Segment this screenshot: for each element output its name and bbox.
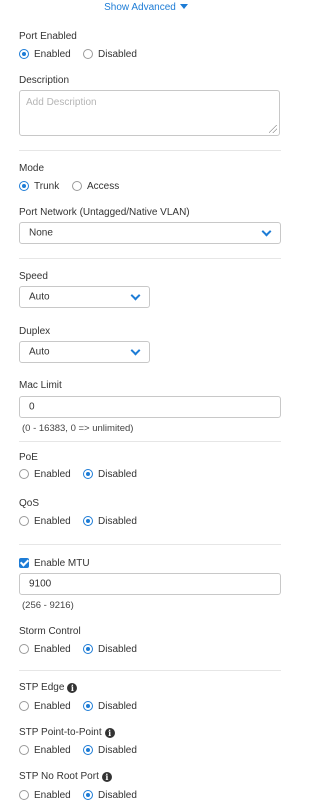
speed-select[interactable]: Auto xyxy=(19,286,150,308)
mac-limit-hint: (0 - 16383, 0 => unlimited) xyxy=(22,423,134,434)
info-icon[interactable]: i xyxy=(104,728,115,738)
duplex-select[interactable]: Auto xyxy=(19,341,150,363)
mac-limit-value: 0 xyxy=(29,401,35,413)
checkbox-check-icon xyxy=(19,558,29,568)
radio-selected-icon xyxy=(83,745,93,755)
radio-selected-icon xyxy=(83,644,93,654)
qos-label: QoS xyxy=(19,498,40,509)
mode-option-access[interactable]: Access xyxy=(72,181,119,192)
stp-edge-option-enabled[interactable]: Enabled xyxy=(19,701,71,712)
info-icon[interactable]: i xyxy=(101,772,112,782)
description-placeholder: Add Description xyxy=(26,97,97,108)
radio-unselected-icon xyxy=(72,181,82,191)
duplex-label: Duplex xyxy=(19,326,51,337)
speed-label: Speed xyxy=(19,271,48,282)
port-network-label: Port Network (Untagged/Native VLAN) xyxy=(19,207,190,218)
show-advanced-label: Show Advanced xyxy=(104,2,176,13)
stp-p2p-label: STP Point-to-Point i xyxy=(19,727,115,738)
chevron-down-icon xyxy=(261,226,272,237)
port-enabled-label: Port Enabled xyxy=(19,31,77,42)
stp-no-root-option-disabled[interactable]: Disabled xyxy=(83,790,137,801)
divider xyxy=(19,258,281,259)
poe-option-disabled[interactable]: Disabled xyxy=(83,469,137,480)
mode-label: Mode xyxy=(19,163,45,174)
mtu-value: 9100 xyxy=(29,578,52,590)
mtu-hint: (256 - 9216) xyxy=(22,600,74,611)
mac-limit-input[interactable]: 0 xyxy=(19,396,281,418)
stp-edge-label: STP Edge i xyxy=(19,682,78,693)
radio-selected-icon xyxy=(19,49,29,59)
mode-option-trunk[interactable]: Trunk xyxy=(19,181,59,192)
speed-value: Auto xyxy=(29,291,50,303)
radio-unselected-icon xyxy=(83,49,93,59)
description-textarea[interactable]: Add Description xyxy=(19,90,280,136)
mtu-input[interactable]: 9100 xyxy=(19,573,281,595)
mac-limit-label: Mac Limit xyxy=(19,380,62,391)
radio-selected-icon xyxy=(83,701,93,711)
qos-option-disabled[interactable]: Disabled xyxy=(83,516,137,527)
chevron-down-icon xyxy=(130,345,141,356)
caret-down-icon xyxy=(179,4,188,9)
storm-control-option-disabled[interactable]: Disabled xyxy=(83,644,137,655)
divider xyxy=(19,670,281,671)
stp-p2p-option-disabled[interactable]: Disabled xyxy=(83,745,137,756)
radio-selected-icon xyxy=(83,516,93,526)
divider xyxy=(19,544,281,545)
radio-unselected-icon xyxy=(19,644,29,654)
radio-selected-icon xyxy=(83,790,93,800)
poe-label: PoE xyxy=(19,452,38,463)
enable-mtu-checkbox[interactable]: Enable MTU xyxy=(19,558,90,569)
poe-option-enabled[interactable]: Enabled xyxy=(19,469,71,480)
radio-selected-icon xyxy=(83,469,93,479)
chevron-down-icon xyxy=(130,290,141,301)
port-network-value: None xyxy=(29,227,53,239)
port-network-select[interactable]: None xyxy=(19,222,281,244)
stp-no-root-option-enabled[interactable]: Enabled xyxy=(19,790,71,801)
stp-p2p-option-enabled[interactable]: Enabled xyxy=(19,745,71,756)
info-icon[interactable]: i xyxy=(67,683,78,693)
stp-no-root-label: STP No Root Port i xyxy=(19,771,112,782)
radio-unselected-icon xyxy=(19,701,29,711)
radio-unselected-icon xyxy=(19,790,29,800)
divider xyxy=(19,441,281,442)
storm-control-label: Storm Control xyxy=(19,626,81,637)
radio-unselected-icon xyxy=(19,516,29,526)
duplex-value: Auto xyxy=(29,346,50,358)
radio-selected-icon xyxy=(19,181,29,191)
radio-unselected-icon xyxy=(19,469,29,479)
storm-control-option-enabled[interactable]: Enabled xyxy=(19,644,71,655)
radio-unselected-icon xyxy=(19,745,29,755)
qos-option-enabled[interactable]: Enabled xyxy=(19,516,71,527)
resize-grip-icon[interactable] xyxy=(269,125,277,133)
port-enabled-option-enabled[interactable]: Enabled xyxy=(19,49,71,60)
divider xyxy=(19,150,281,151)
stp-edge-option-disabled[interactable]: Disabled xyxy=(83,701,137,712)
show-advanced-toggle[interactable]: Show Advanced xyxy=(0,2,292,13)
description-label: Description xyxy=(19,75,70,86)
port-enabled-option-disabled[interactable]: Disabled xyxy=(83,49,137,60)
